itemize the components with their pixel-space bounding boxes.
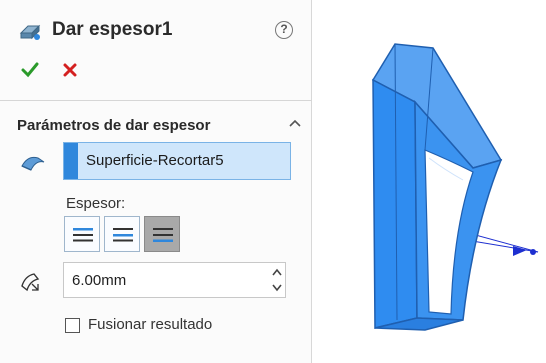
thickness-spinner[interactable] [268, 264, 286, 296]
face-selection-box[interactable]: Superficie-Recortar5 [63, 142, 291, 180]
thickened-surface-model [371, 43, 539, 331]
x-icon [63, 63, 77, 77]
thicken-side-2-button[interactable] [144, 216, 180, 252]
thicken-side-1-icon [73, 228, 93, 242]
thicken-both-sides-button[interactable] [104, 216, 140, 252]
section-title[interactable]: Parámetros de dar espesor [17, 117, 210, 134]
chevron-up-icon[interactable] [287, 116, 303, 130]
surface-face-icon [20, 154, 46, 172]
thickness-input[interactable]: 6.00mm [63, 262, 286, 298]
selection-color-bar [64, 143, 78, 179]
graphics-viewport[interactable] [313, 0, 546, 363]
spin-down-icon [272, 284, 282, 292]
merge-result-checkbox[interactable] [65, 318, 80, 333]
spin-up-icon [272, 268, 282, 276]
feature-title: Dar espesor1 [52, 19, 173, 40]
cancel-button[interactable] [60, 60, 80, 80]
thicken-both-sides-icon [113, 228, 133, 242]
divider [0, 100, 312, 101]
thickness-icon [18, 270, 42, 294]
selected-surface-item[interactable]: Superficie-Recortar5 [86, 152, 224, 169]
thicken-feature-icon [18, 20, 42, 42]
thickness-side-label: Espesor: [66, 195, 126, 212]
help-icon[interactable]: ? [275, 21, 293, 39]
thicken-side-1-button[interactable] [64, 216, 100, 252]
thickness-value: 6.00mm [72, 272, 127, 289]
thicken-side-2-icon [153, 228, 173, 242]
merge-result-label[interactable]: Fusionar resultado [88, 316, 212, 333]
panel-header: Dar espesor1 ? [0, 0, 312, 96]
property-manager-panel: Dar espesor1 ? Parámetros de dar espesor… [0, 0, 312, 363]
ok-button[interactable] [20, 60, 40, 80]
checkmark-icon [21, 62, 39, 78]
